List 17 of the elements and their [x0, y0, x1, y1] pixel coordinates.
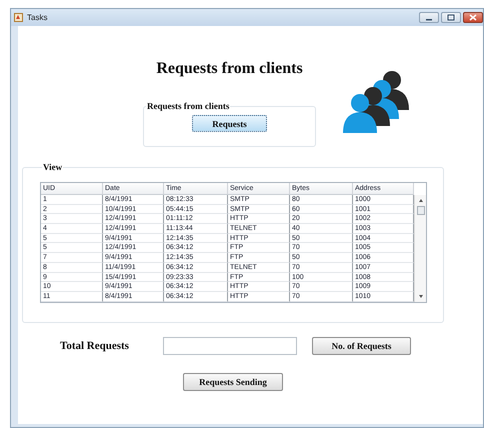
people-icon: [340, 69, 410, 133]
scroll-bar[interactable]: [414, 195, 426, 302]
count-requests-button[interactable]: No. of Requests: [312, 337, 411, 355]
group-title: View: [42, 162, 64, 172]
send-requests-button[interactable]: Requests Sending: [183, 373, 283, 391]
minimize-button[interactable]: [419, 12, 439, 23]
group-title: Requests from clients: [146, 101, 230, 111]
maximize-icon: [447, 14, 455, 21]
page-heading: Requests from clients: [156, 59, 303, 79]
close-button[interactable]: [463, 12, 483, 23]
maximize-button[interactable]: [441, 12, 461, 23]
close-icon: [469, 14, 477, 21]
window-title: Tasks: [27, 13, 48, 22]
requests-button[interactable]: Requests: [192, 115, 267, 132]
total-requests-field[interactable]: [163, 337, 297, 355]
total-requests-label: Total Requests: [60, 340, 130, 352]
app-icon: [14, 13, 23, 22]
